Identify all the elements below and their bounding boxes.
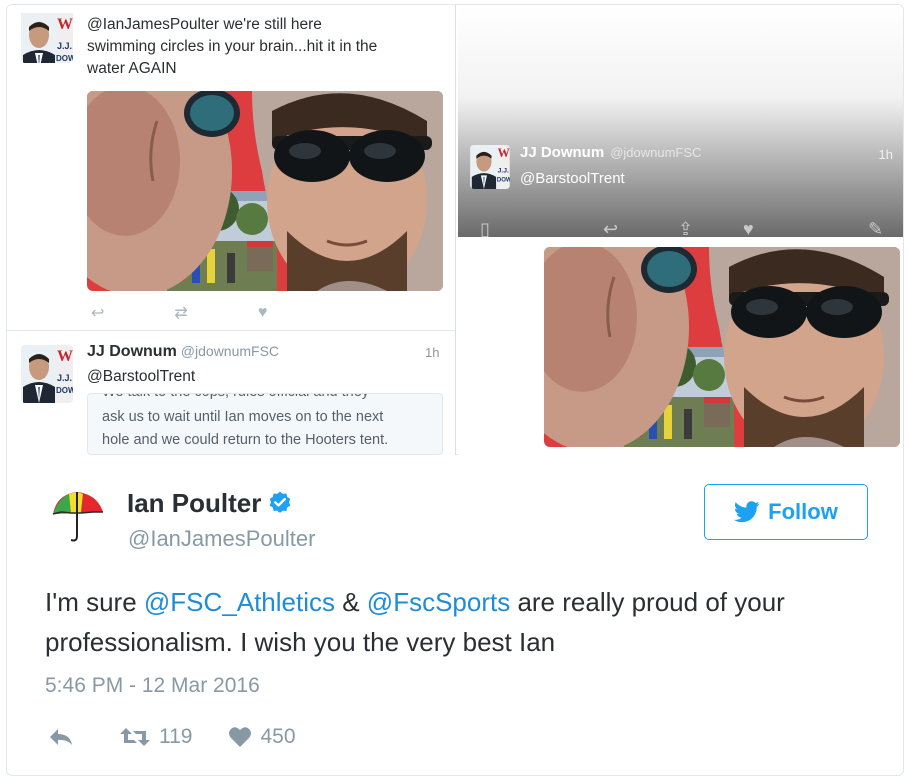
screenshot-top-right: JJ Downum @jdownumFSC 1h @BarstoolTrent ▯… [458, 5, 903, 237]
trash-icon: ▯ [480, 219, 490, 237]
ios-action-bar: ▯ ↩ ⇪ ♥ ✎ [458, 215, 903, 237]
author-handle[interactable]: @IanJamesPoulter [128, 526, 315, 552]
like-button[interactable]: 450 [228, 725, 296, 749]
tweet-text: @BarstoolTrent [87, 368, 196, 385]
share-icon: ⇪ [678, 219, 694, 237]
screenshot-left: @IanJamesPoulter we're still here swimmi… [7, 5, 456, 455]
tweet-time: 1h [878, 147, 893, 162]
heart-icon: ♥ [743, 219, 754, 237]
author-handle: @jdownumFSC [610, 145, 702, 160]
mention-link[interactable]: @FSC_Athletics [144, 587, 335, 617]
quote-line: We talk to the cops, rules official and … [102, 394, 369, 403]
body-text: I'm sure [45, 587, 144, 617]
body-text: & [335, 587, 367, 617]
tweet-timestamp[interactable]: 5:46 PM - 12 Mar 2016 [45, 674, 260, 698]
author-name-text: Ian Poulter [127, 488, 262, 518]
author-name: JJ Downum [87, 343, 177, 360]
tweet-header: JJ Downum @jdownumFSC [520, 144, 701, 161]
heart-icon: ♥ [257, 304, 268, 321]
umbrella-logo [52, 492, 103, 542]
author-handle: @jdownumFSC [180, 343, 280, 359]
reply-text: @IanJamesPoulter we're still here swimmi… [87, 16, 378, 77]
selfie-right [458, 237, 903, 455]
like-count: 450 [260, 725, 296, 748]
jj-avatar [21, 13, 73, 63]
reply-icon: ↩ [603, 219, 619, 237]
retweet-icon [120, 728, 150, 746]
tweet-body: I'm sure @FSC_Athletics & @FscSports are… [45, 582, 885, 662]
retweet-icon: ⇄ [174, 305, 188, 322]
follow-label: Follow [768, 499, 838, 524]
selfie-photo [544, 247, 900, 447]
heart-icon [229, 727, 252, 747]
verified-badge-icon [270, 491, 291, 513]
mention-link[interactable]: @FscSports [367, 587, 510, 617]
quote-line: ask us to wait until Ian moves on to the… [102, 409, 384, 425]
author-name: JJ Downum [520, 144, 605, 161]
embedded-tweet-card: @IanJamesPoulter we're still here swimmi… [6, 4, 904, 776]
jj-avatar [21, 345, 73, 403]
reply-icon [50, 729, 72, 745]
twitter-bird-icon [734, 501, 760, 523]
mini-tweet-actions: ↩ ⇄ ♥ [91, 303, 337, 323]
retweet-count: 119 [159, 725, 193, 748]
author-name[interactable]: Ian Poulter [127, 488, 293, 519]
divider [7, 330, 455, 331]
reply-icon: ↩ [91, 305, 105, 322]
selfie-photo [87, 91, 443, 291]
tweet-text: @BarstoolTrent [520, 170, 625, 187]
compose-icon: ✎ [868, 219, 884, 237]
quoted-text-image: We talk to the cops, rules official and … [87, 393, 443, 455]
tweet-actions: 119 450 [47, 722, 332, 752]
quote-line: hole and we could return to the Hooters … [102, 432, 389, 448]
main-tweet: Ian Poulter @IanJamesPoulter Follow I'm … [7, 456, 903, 775]
tweet-time: 1h [425, 345, 440, 360]
jj-avatar [470, 145, 510, 189]
tweet-header: JJ Downum @jdownumFSC [87, 343, 279, 361]
retweet-button[interactable]: 119 [119, 725, 192, 749]
reply-button[interactable] [47, 726, 83, 748]
follow-button[interactable]: Follow [704, 484, 868, 540]
tweet-photo-collage[interactable]: @IanJamesPoulter we're still here swimmi… [7, 5, 903, 455]
